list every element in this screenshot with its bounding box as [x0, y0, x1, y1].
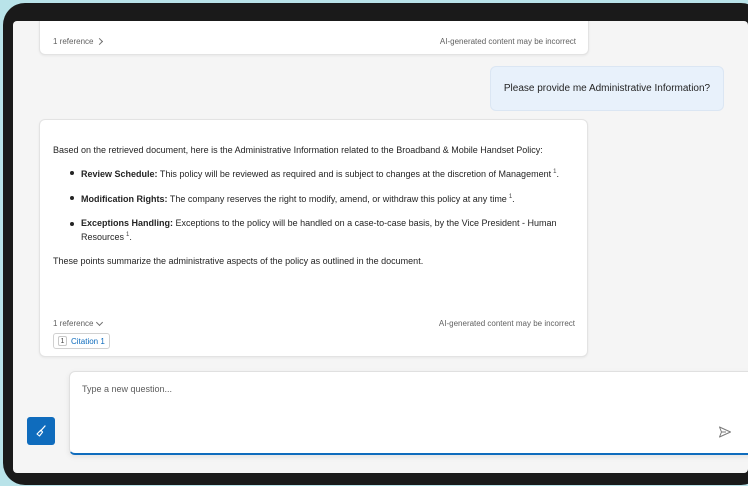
citation-number: 1 — [58, 336, 67, 346]
item-title: Exceptions Handling — [81, 217, 171, 228]
list-item: Modification Rights: The company reserve… — [53, 191, 569, 206]
send-button[interactable] — [718, 425, 734, 441]
reference-toggle[interactable]: 1 reference — [53, 37, 104, 46]
reference-toggle[interactable]: 1 reference — [53, 318, 104, 328]
user-message-bubble: Please provide me Administrative Informa… — [490, 66, 724, 111]
chevron-down-icon — [96, 318, 104, 326]
chevron-right-icon — [96, 37, 104, 46]
citation-label: Citation 1 — [71, 336, 105, 346]
answer-list: Review Schedule: This policy will be rev… — [53, 166, 569, 244]
chat-window: 1 reference AI-generated content may be … — [13, 21, 748, 473]
question-input-box — [69, 371, 748, 455]
item-title: Review Schedule — [81, 168, 155, 179]
list-item: Review Schedule: This policy will be rev… — [53, 166, 569, 181]
ai-disclaimer: AI-generated content may be incorrect — [438, 319, 575, 328]
user-message-text: Please provide me Administrative Informa… — [503, 83, 711, 94]
assistant-answer-card: Based on the retrieved document, here is… — [39, 119, 588, 357]
reference-row: 1 reference AI-generated content may be … — [53, 318, 575, 328]
ai-disclaimer: AI-generated content may be incorrect — [439, 37, 576, 46]
list-item: Exceptions Handling: Exceptions to the p… — [53, 217, 569, 244]
item-text: This policy will be reviewed as required… — [157, 168, 552, 179]
reference-label: 1 reference — [53, 37, 94, 46]
new-chat-button[interactable] — [27, 417, 55, 445]
question-input[interactable] — [82, 384, 702, 424]
send-icon — [719, 426, 731, 438]
item-title: Modification Rights — [81, 194, 165, 204]
answer-summary: These points summarize the administrativ… — [53, 255, 424, 266]
answer-intro: Based on the retrieved document, here is… — [53, 145, 543, 155]
item-text: The company reserves the right to modify… — [167, 194, 507, 204]
broom-icon — [36, 425, 46, 437]
citation-chip[interactable]: 1 Citation 1 — [53, 333, 110, 349]
reference-row: 1 reference AI-generated content may be … — [53, 37, 576, 46]
answer-body: Based on the retrieved document, here is… — [53, 144, 569, 267]
reference-label: 1 reference — [53, 319, 94, 328]
previous-answer-card: 1 reference AI-generated content may be … — [39, 21, 589, 55]
